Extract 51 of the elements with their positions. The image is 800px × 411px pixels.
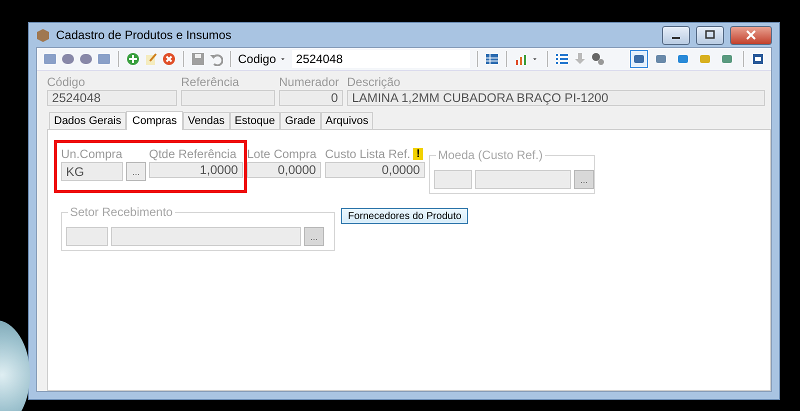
chart-icon[interactable]: [514, 52, 528, 66]
warning-badge: !: [413, 148, 424, 160]
text-field[interactable]: 0,0000: [247, 162, 321, 178]
group-label: Setor Recebimento: [68, 205, 175, 219]
text-field[interactable]: [111, 227, 301, 246]
suppliers-button[interactable]: Fornecedores do Produto: [341, 208, 468, 224]
close-button[interactable]: [730, 26, 772, 44]
window-title: Cadastro de Produtos e Insumos: [56, 28, 232, 42]
field-label: Referência: [181, 75, 240, 89]
text-field[interactable]: [434, 170, 472, 189]
lookup-button[interactable]: ...: [126, 162, 146, 181]
tab[interactable]: Dados Gerais: [49, 112, 126, 130]
edit-icon[interactable]: [144, 52, 158, 66]
field-label: Qtde Referência: [149, 147, 238, 161]
field-label: Numerador: [279, 75, 340, 89]
tab[interactable]: Compras: [126, 111, 183, 130]
field-label: Código: [47, 75, 86, 89]
field-label: Descrição: [347, 75, 402, 89]
tab[interactable]: Estoque: [230, 112, 280, 130]
maximize-icon: [703, 28, 717, 42]
tab[interactable]: Vendas: [182, 112, 230, 130]
text-field[interactable]: [475, 170, 571, 189]
maximize-button[interactable]: [696, 26, 724, 44]
text-field[interactable]: LAMINA 1,2MM CUBADORA BRAÇO PI-1200: [347, 90, 765, 106]
delete-icon[interactable]: [162, 52, 176, 66]
undo-icon[interactable]: [209, 52, 223, 66]
field-label: Custo Lista Ref.: [325, 147, 410, 161]
text-field[interactable]: 1,0000: [149, 162, 243, 178]
text-field[interactable]: 0: [279, 90, 343, 106]
search-field[interactable]: 2524048: [292, 50, 470, 68]
text-field[interactable]: 0,0000: [325, 162, 425, 178]
save-icon[interactable]: [191, 52, 205, 66]
text-field[interactable]: [181, 90, 275, 106]
close-icon: [744, 28, 758, 42]
table-icon[interactable]: [485, 52, 500, 66]
list-icon[interactable]: [555, 52, 570, 66]
tab[interactable]: Arquivos: [320, 112, 374, 130]
tab[interactable]: Grade: [280, 112, 321, 130]
text-field[interactable]: KG: [61, 162, 123, 181]
panel-icon[interactable]: [751, 52, 765, 66]
group-label: Moeda (Custo Ref.): [436, 148, 545, 162]
text-field[interactable]: 2524048: [47, 90, 177, 106]
minimize-button[interactable]: [662, 26, 690, 44]
field-label: Lote Compra: [247, 147, 318, 161]
minimize-icon: [672, 36, 680, 38]
toolbar-tool[interactable]: [630, 50, 648, 68]
search-field-label: Codigo: [238, 52, 276, 66]
box-icon: [36, 28, 50, 42]
field-label: Un.Compra: [61, 147, 124, 161]
text-field[interactable]: [66, 227, 108, 246]
add-icon[interactable]: [126, 52, 140, 66]
